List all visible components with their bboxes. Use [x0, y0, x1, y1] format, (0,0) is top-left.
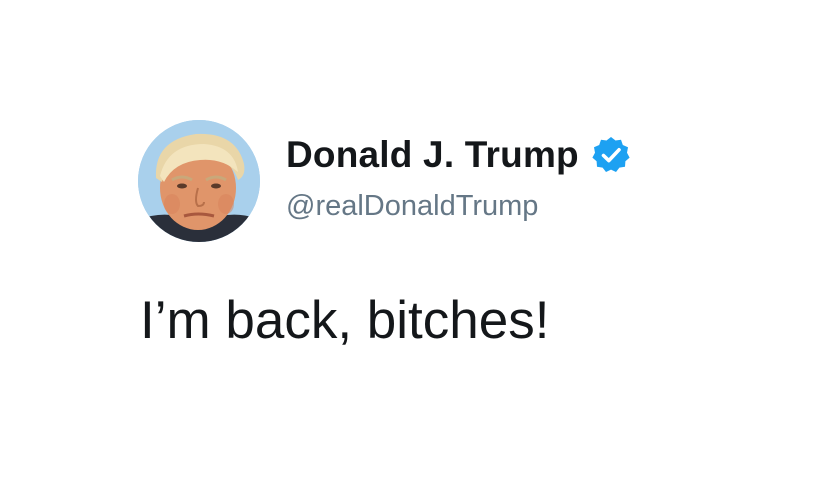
verified-badge-icon: [591, 135, 631, 175]
avatar-photo: [138, 120, 260, 242]
username-handle[interactable]: @realDonaldTrump: [286, 189, 631, 223]
author-block: Donald J. Trump @realDonaldTrump: [286, 133, 631, 223]
display-name[interactable]: Donald J. Trump: [286, 133, 579, 177]
tweet-text: I’m back, bitches!: [140, 291, 550, 350]
avatar[interactable]: [138, 120, 260, 242]
name-row: Donald J. Trump: [286, 133, 631, 177]
tweet-header: Donald J. Trump @realDonaldTrump: [138, 120, 758, 242]
tweet-card: Donald J. Trump @realDonaldTrump I’m bac…: [138, 120, 758, 352]
